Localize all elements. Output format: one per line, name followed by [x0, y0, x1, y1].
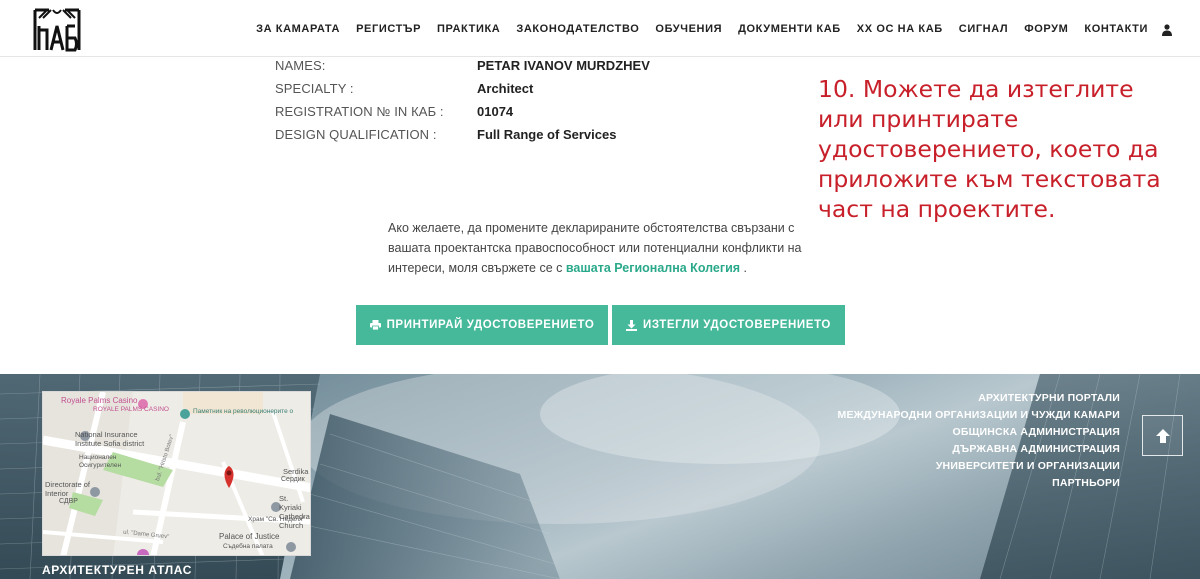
menu-item-legislation[interactable]: ЗАКОНОДАТЕЛСТВО: [516, 23, 639, 35]
footer-link-universities[interactable]: УНИВЕРСИТЕТИ И ОРГАНИЗАЦИИ: [838, 458, 1120, 475]
footer-link-international[interactable]: МЕЖДУНАРОДНИ ОРГАНИЗАЦИИ И ЧУЖДИ КАМАРИ: [838, 407, 1120, 424]
map-label: Съдебна палата: [223, 543, 273, 550]
menu-item-assembly[interactable]: XX ОС НА КАБ: [857, 23, 943, 35]
print-button-label: ПРИНТИРАЙ УДОСТОВЕРЕНИЕТО: [386, 319, 595, 331]
footer-link-portals[interactable]: АРХИТЕКТУРНИ ПОРТАЛИ: [838, 390, 1120, 407]
main-menu: ЗА КАМАРАТА РЕГИСТЪР ПРАКТИКА ЗАКОНОДАТЕ…: [240, 0, 1172, 57]
detail-value: PETAR IVANOV MURDZHEV: [477, 58, 650, 73]
map-label: ROYALE PALMS CASINO: [93, 406, 169, 413]
print-certificate-button[interactable]: ПРИНТИРАЙ УДОСТОВЕРЕНИЕТО: [356, 305, 608, 345]
menu-item-forum[interactable]: ФОРУМ: [1024, 23, 1068, 35]
instruction-annotation: 10. Можете да изтеглите или принтирате у…: [818, 75, 1161, 223]
map-label: National Insurance Institute Sofia distr…: [75, 430, 145, 448]
footer-links: АРХИТЕКТУРНИ ПОРТАЛИ МЕЖДУНАРОДНИ ОРГАНИ…: [838, 390, 1120, 492]
map-label: Сердик: [281, 476, 305, 483]
menu-item-register[interactable]: РЕГИСТЪР: [356, 23, 421, 35]
menu-item-trainings[interactable]: ОБУЧЕНИЯ: [655, 23, 722, 35]
kab-logo[interactable]: [33, 6, 81, 52]
detail-label: DESIGN QUALIFICATION :: [275, 127, 437, 142]
menu-item-documents[interactable]: ДОКУМЕНТИ КАБ: [738, 23, 841, 35]
map-label: Royale Palms Casino: [61, 396, 138, 405]
footer: Royale Palms Casino ROYALE PALMS CASINO …: [0, 374, 1200, 579]
footer-link-state[interactable]: ДЪРЖАВНА АДМИНИСТРАЦИЯ: [838, 441, 1120, 458]
back-to-top-button[interactable]: [1142, 415, 1183, 456]
detail-value: Architect: [477, 81, 534, 96]
map-label: Palace of Justice: [219, 532, 280, 541]
architectural-atlas-title[interactable]: АРХИТЕКТУРЕН АТЛАС: [42, 563, 192, 577]
location-map[interactable]: Royale Palms Casino ROYALE PALMS CASINO …: [42, 391, 311, 556]
menu-item-practice[interactable]: ПРАКТИКА: [437, 23, 500, 35]
download-icon: [626, 319, 638, 331]
map-label: St. Kyriaki Cathedral Church: [279, 494, 311, 530]
print-icon: [369, 320, 381, 330]
detail-label: SPECIALTY :: [275, 81, 354, 96]
detail-value: Full Range of Services: [477, 127, 617, 142]
map-label: Serdika: [283, 467, 309, 476]
footer-link-partners[interactable]: ПАРТНЬОРИ: [838, 475, 1120, 492]
map-label: Паметник на революционерите от...: [193, 408, 293, 415]
regional-college-note: Ако желаете, да промените декларираните …: [388, 218, 808, 278]
detail-value: 01074: [477, 104, 514, 119]
download-button-label: ИЗТЕГЛИ УДОСТОВЕРЕНИЕТО: [643, 319, 831, 331]
menu-item-contacts[interactable]: КОНТАКТИ: [1084, 23, 1148, 35]
map-label: Храм "Св. Неделя": [248, 516, 305, 523]
detail-label: REGISTRATION № IN КАБ :: [275, 104, 444, 119]
map-label: Национален Осигурителен: [79, 454, 122, 469]
footer-link-municipal[interactable]: ОБЩИНСКА АДМИНИСТРАЦИЯ: [838, 424, 1120, 441]
user-icon[interactable]: [1162, 23, 1172, 36]
detail-label: NAMES:: [275, 58, 326, 73]
menu-item-signal[interactable]: СИГНАЛ: [959, 23, 1008, 35]
map-label: СДВР: [59, 498, 78, 505]
arrow-up-icon: [1155, 428, 1170, 443]
download-certificate-button[interactable]: ИЗТЕГЛИ УДОСТОВЕРЕНИЕТО: [612, 305, 845, 345]
map-label: Directorate of Interior: [45, 480, 91, 498]
top-navbar: ЗА КАМАРАТА РЕГИСТЪР ПРАКТИКА ЗАКОНОДАТЕ…: [0, 0, 1200, 57]
note-tail: .: [743, 261, 748, 275]
menu-item-about[interactable]: ЗА КАМАРАТА: [256, 23, 340, 35]
regional-college-link[interactable]: вашата Регионална Колегия: [566, 261, 740, 275]
